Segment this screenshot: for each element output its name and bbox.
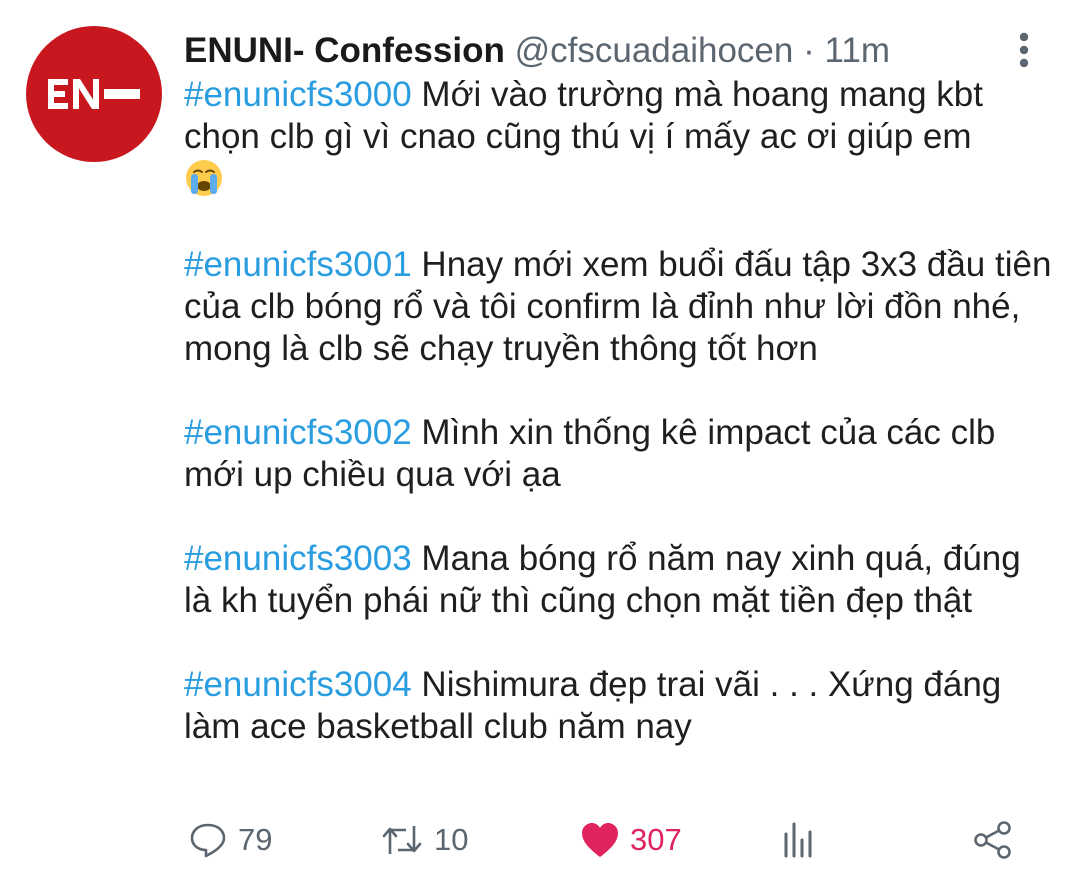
analytics-button[interactable] [780, 818, 816, 862]
display-name[interactable]: ENUNI- Confession [184, 31, 505, 70]
retweet-count: 10 [434, 822, 469, 857]
like-count: 307 [630, 822, 682, 857]
confession-entry: #enunicfs3001 Hnay mới xem buổi đấu tập … [184, 244, 1054, 370]
tweet-header: ENUNI- Confession @cfscuadaihocen · 11m [184, 28, 1034, 74]
more-options-button[interactable] [1006, 30, 1042, 70]
hashtag-link[interactable]: #enunicfs3000 [184, 75, 412, 114]
separator-dot: · [803, 31, 815, 70]
tweet-text: #enunicfs3000 Mới vào trường mà hoang ma… [184, 74, 1054, 748]
confession-entry: #enunicfs3000 Mới vào trường mà hoang ma… [184, 74, 1054, 202]
heart-icon [582, 823, 618, 857]
retweet-icon [382, 826, 422, 854]
confession-entry: #enunicfs3004 Nishimura đẹp trai vãi . .… [184, 664, 1054, 748]
like-button[interactable]: 307 [580, 818, 682, 862]
confession-entry: #enunicfs3003 Mana bóng rổ năm nay xinh … [184, 538, 1054, 622]
timestamp[interactable]: 11m [824, 31, 890, 70]
hashtag-link[interactable]: #enunicfs3003 [184, 539, 412, 578]
reply-button[interactable]: 79 [188, 818, 272, 862]
reply-count: 79 [238, 822, 273, 857]
share-button[interactable] [972, 818, 1014, 862]
action-bar: 79 10 307 [184, 818, 1044, 862]
retweet-button[interactable]: 10 [380, 818, 468, 862]
confession-entry: #enunicfs3002 Mình xin thống kê impact c… [184, 412, 1054, 496]
reply-icon [190, 823, 226, 858]
hashtag-link[interactable]: #enunicfs3001 [184, 245, 412, 284]
en-logo-icon [48, 79, 140, 109]
hashtag-link[interactable]: #enunicfs3002 [184, 413, 412, 452]
hashtag-link[interactable]: #enunicfs3004 [184, 665, 412, 704]
tweet[interactable]: ENUNI- Confession @cfscuadaihocen · 11m … [0, 0, 1080, 882]
avatar[interactable] [26, 26, 162, 162]
share-icon [974, 821, 1011, 859]
handle[interactable]: @cfscuadaihocen [515, 31, 794, 70]
analytics-icon [784, 822, 812, 858]
loudly-crying-face-icon [186, 160, 222, 196]
more-vertical-icon [1019, 32, 1029, 68]
